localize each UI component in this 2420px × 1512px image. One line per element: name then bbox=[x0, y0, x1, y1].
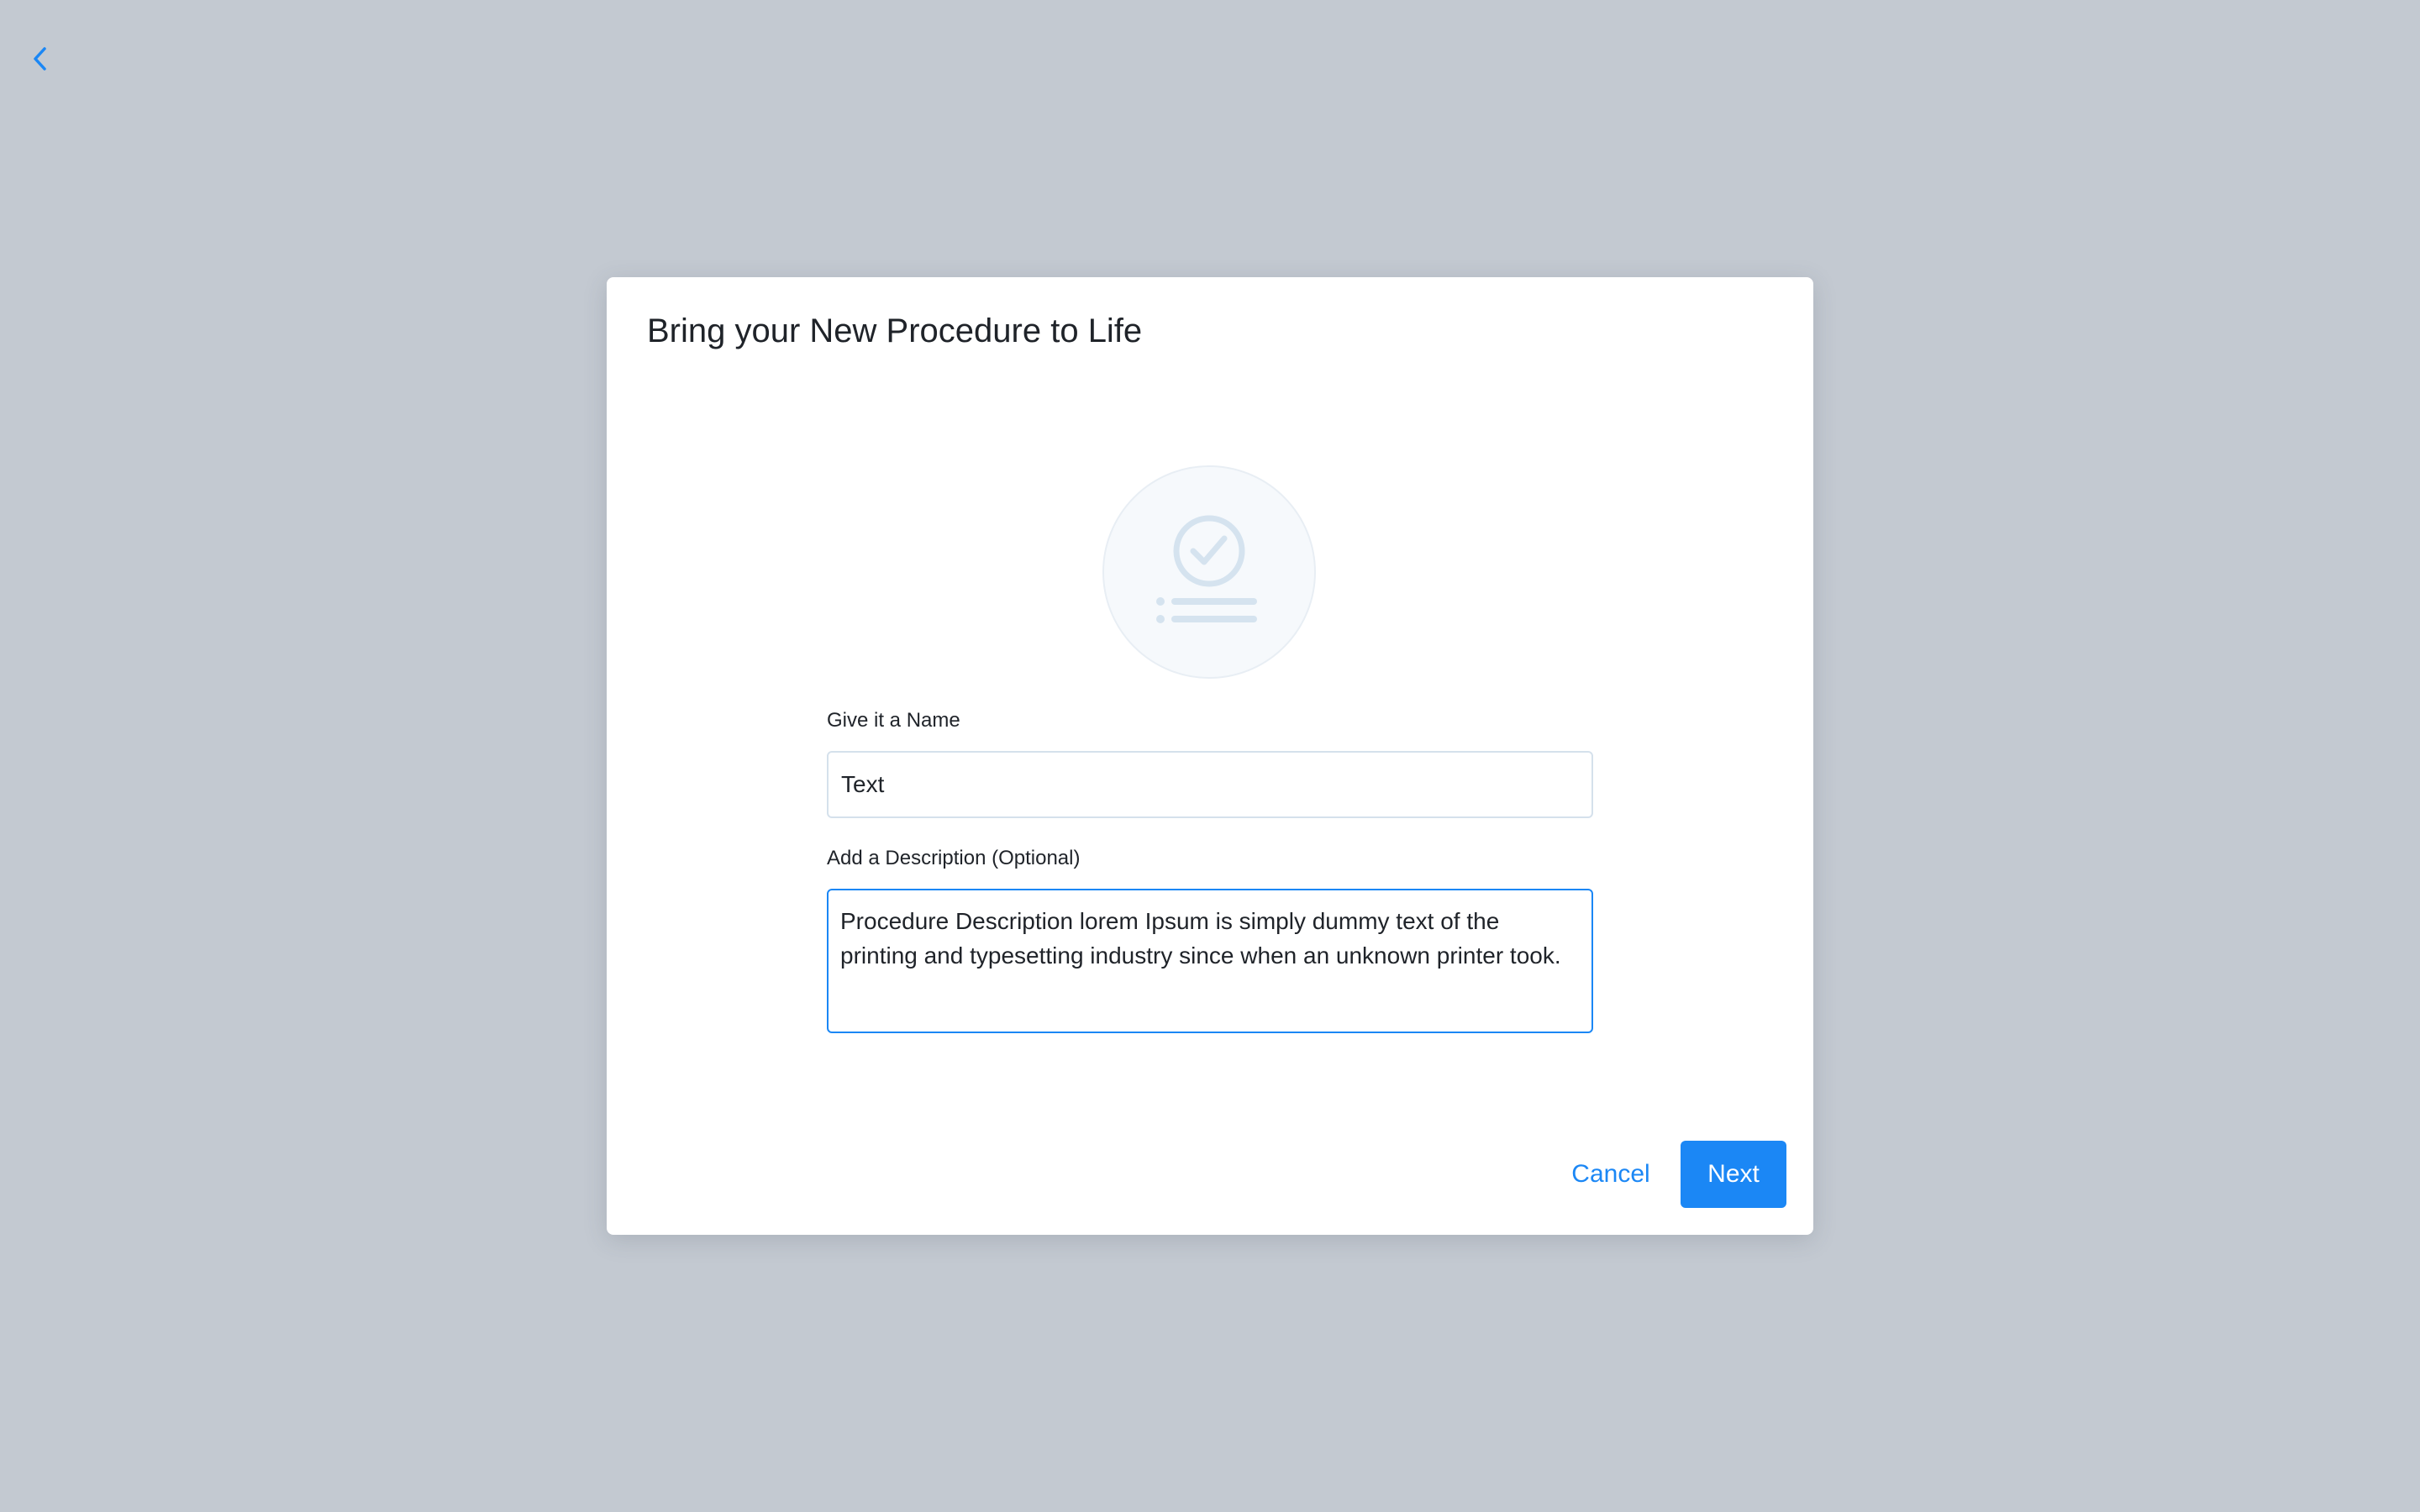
procedure-checklist-icon bbox=[1156, 515, 1257, 623]
procedure-description-textarea[interactable]: Procedure Description lorem Ipsum is sim… bbox=[827, 889, 1593, 1033]
procedure-illustration bbox=[1102, 465, 1316, 679]
next-button[interactable]: Next bbox=[1681, 1141, 1786, 1208]
name-field-label: Give it a Name bbox=[827, 709, 960, 732]
create-procedure-modal: Bring your New Procedure to Life Give it… bbox=[607, 277, 1813, 1235]
cancel-button[interactable]: Cancel bbox=[1539, 1141, 1682, 1208]
description-field-label: Add a Description (Optional) bbox=[827, 847, 1081, 869]
procedure-name-input[interactable] bbox=[827, 751, 1593, 818]
chevron-left-icon bbox=[34, 47, 46, 71]
modal-title: Bring your New Procedure to Life bbox=[647, 312, 1143, 349]
back-button[interactable] bbox=[24, 42, 57, 76]
